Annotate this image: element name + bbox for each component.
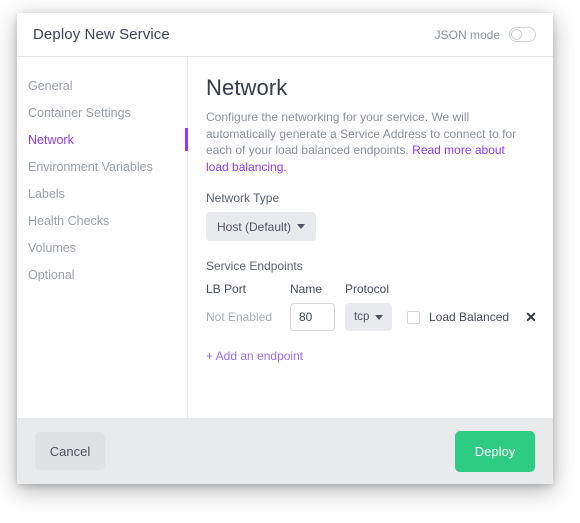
deploy-button[interactable]: Deploy [455, 430, 535, 472]
deploy-new-service-dialog: Deploy New Service JSON mode General Con… [17, 13, 553, 484]
sidebar-item-label: Environment Variables [28, 159, 153, 174]
lb-port-status: Not Enabled [206, 310, 273, 324]
page-title: Network [206, 75, 288, 100]
table-header-row: LB Port Name Protocol [206, 282, 533, 296]
endpoint-protocol-cell: tcp [345, 303, 407, 331]
sidebar-item-label: Health Checks [28, 213, 110, 228]
toggle-knob-icon [511, 29, 522, 40]
network-panel: Network Configure the networking for you… [188, 57, 553, 418]
json-mode-label: JSON mode [434, 27, 500, 42]
network-type-value: Host (Default) [217, 219, 292, 234]
column-header-lb-port: LB Port [206, 282, 247, 296]
dialog-title: Deploy New Service [33, 26, 170, 43]
page-description: Configure the networking for your servic… [206, 109, 518, 175]
column-header-name: Name [290, 282, 323, 296]
chevron-down-icon [297, 224, 306, 229]
network-type-dropdown[interactable]: Host (Default) [206, 212, 317, 241]
column-header-protocol: Protocol [345, 282, 390, 296]
dialog-header: Deploy New Service JSON mode [17, 13, 553, 57]
sidebar-item-label: Labels [28, 186, 65, 201]
add-endpoint-link[interactable]: + Add an endpoint [206, 349, 303, 363]
service-endpoints-title: Service Endpoints [206, 259, 303, 273]
settings-sidebar: General Container Settings Network Envir… [17, 57, 188, 418]
endpoint-name-cell [290, 303, 345, 331]
network-type-label: Network Type [206, 191, 280, 205]
chevron-down-icon [375, 314, 384, 320]
service-endpoints-table: LB Port Name Protocol Not Enabled tcp [206, 282, 537, 333]
json-mode-toggle[interactable] [509, 27, 536, 42]
sidebar-item-volumes[interactable]: Volumes [17, 234, 187, 261]
load-balanced-label: Load Balanced [429, 310, 510, 324]
sidebar-item-optional[interactable]: Optional [17, 261, 187, 288]
table-row: Not Enabled tcp Load Balanced ✕ [206, 301, 537, 333]
header-actions: JSON mode [435, 27, 536, 42]
sidebar-item-label: Container Settings [28, 105, 131, 120]
sidebar-item-label: Optional [28, 267, 75, 282]
cancel-button[interactable]: Cancel [35, 432, 105, 470]
sidebar-item-network[interactable]: Network [17, 126, 188, 153]
protocol-dropdown[interactable]: tcp [345, 303, 393, 331]
sidebar-item-container-settings[interactable]: Container Settings [17, 99, 187, 126]
endpoint-name-input[interactable] [290, 303, 335, 331]
dialog-footer: Cancel Deploy [17, 418, 553, 484]
dialog-body: General Container Settings Network Envir… [17, 57, 553, 418]
sidebar-item-environment-variables[interactable]: Environment Variables [17, 153, 187, 180]
close-icon[interactable]: ✕ [525, 310, 537, 324]
sidebar-item-label: Volumes [28, 240, 76, 255]
sidebar-item-label: General [28, 78, 73, 93]
protocol-value: tcp [354, 311, 370, 323]
active-indicator-bar [185, 128, 188, 151]
sidebar-item-health-checks[interactable]: Health Checks [17, 207, 187, 234]
sidebar-item-general[interactable]: General [17, 72, 187, 99]
load-balanced-checkbox[interactable] [407, 310, 420, 324]
sidebar-item-labels[interactable]: Labels [17, 180, 187, 207]
sidebar-item-label: Network [28, 132, 74, 147]
